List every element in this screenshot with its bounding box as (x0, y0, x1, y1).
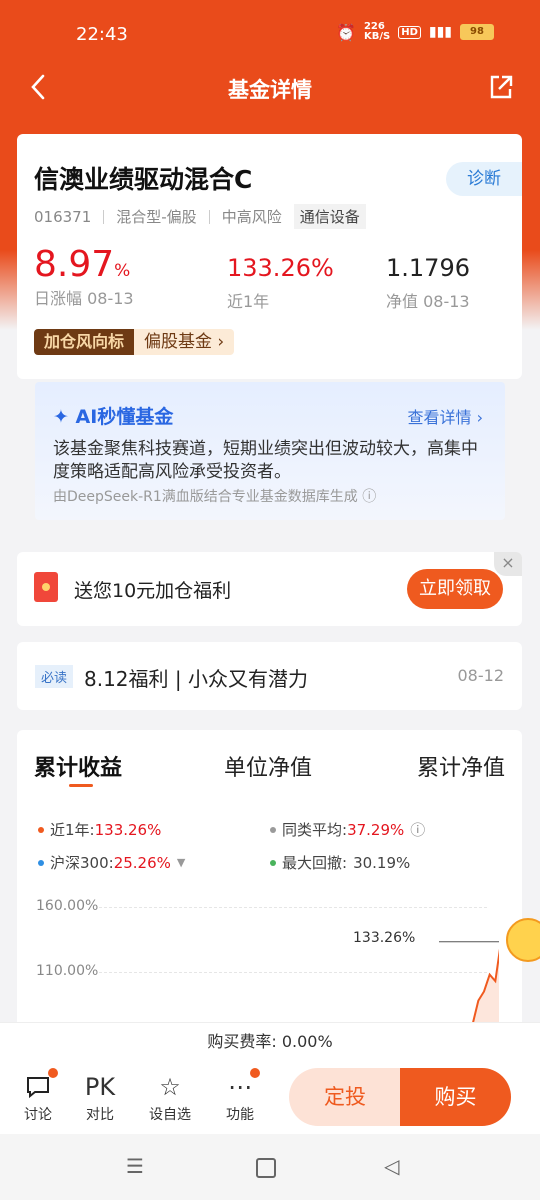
fund-name: 信澳业绩驱动混合C (34, 165, 253, 194)
nav-value: 1.1796 (386, 254, 470, 282)
hd-icon: HD (398, 25, 421, 39)
sip-button[interactable]: 定投 (289, 1068, 401, 1126)
gift-text: 送您10元加仓福利 (74, 580, 232, 602)
chart-plot[interactable] (99, 890, 499, 1030)
menu-icon[interactable]: ☰ (126, 1154, 144, 1178)
daily-change-label: 日涨幅 08-13 (34, 289, 134, 308)
tab-cumulative-return[interactable]: 累计收益 (34, 750, 122, 782)
fund-meta: 016371 混合型-偏股 中高风险 通信设备 (34, 204, 366, 229)
home-icon[interactable] (256, 1158, 276, 1178)
nav-stat: 1.1796 净值 08-13 (386, 254, 470, 312)
network-speed: 226 KB/S (363, 21, 391, 42)
legend-max-drawdown: 最大回撤: 30.19% (270, 852, 410, 873)
info-icon[interactable]: ⓘ (362, 489, 376, 505)
tab-cumulative-nav[interactable]: 累计净值 (417, 750, 505, 782)
ai-more-link[interactable]: 查看详情 › (408, 404, 484, 428)
alarm-icon: ⏰ (336, 22, 356, 42)
must-read-tag: 必读 (35, 665, 74, 688)
ai-title: ✦ AI秒懂基金 (53, 406, 174, 428)
red-envelope-icon (34, 572, 58, 602)
legend-dot (38, 859, 44, 866)
diagnose-button[interactable]: 诊断 (446, 162, 522, 196)
legend-dot (38, 826, 44, 833)
legend-dot (270, 859, 276, 866)
divider (208, 209, 210, 224)
legend-dot (270, 826, 276, 833)
more-functions-button[interactable]: ⋯ 功能 (215, 1068, 265, 1124)
y-tick: 110.00% (36, 963, 99, 979)
fund-code: 016371 (34, 207, 92, 226)
daily-change-value: 8.97% (34, 244, 131, 285)
add-watchlist-button[interactable]: ☆ 设自选 (145, 1070, 195, 1124)
info-icon[interactable]: ⓘ (410, 819, 425, 840)
divider (103, 209, 105, 224)
legend-csi300[interactable]: 沪深300: 25.26% ▼ (38, 852, 185, 873)
notification-dot (48, 1068, 58, 1078)
legend-peer-average: 同类平均: 37.29% ⓘ (270, 819, 425, 840)
star-plus-icon: ☆ (159, 1073, 181, 1101)
legend-year: 近1年: 133.26% (38, 819, 161, 840)
ai-summary-panel: ✦ AI秒懂基金 查看详情 › 该基金聚焦科技赛道，短期业绩突出但波动较大，高集… (35, 382, 505, 520)
badge-indicator: 加仓风向标 (34, 329, 135, 355)
series-area (467, 955, 499, 1030)
year-return-stat: 133.26% 近1年 (227, 254, 334, 312)
share-icon[interactable] (486, 72, 516, 102)
status-icons: ⏰ 226 KB/S HD ▮▮▮ 98 (336, 22, 494, 42)
notification-dot (250, 1068, 260, 1078)
y-tick: 160.00% (36, 898, 99, 914)
dropdown-icon: ▼ (176, 856, 186, 869)
status-time: 22:43 (76, 24, 128, 45)
fund-summary-card: 信澳业绩驱动混合C 诊断 016371 混合型-偏股 中高风险 通信设备 8.9… (17, 134, 522, 379)
sparkle-icon: ✦ (53, 406, 69, 428)
fund-type: 混合型-偏股 (116, 208, 197, 226)
buy-button[interactable]: 购买 (400, 1068, 511, 1126)
tab-unit-nav[interactable]: 单位净值 (224, 750, 312, 782)
page-title: 基金详情 (228, 78, 312, 102)
chart-tooltip-value: 133.26% (353, 930, 416, 946)
bottom-action-bar: 讨论 PK 对比 ☆ 设自选 ⋯ 功能 定投 购买 (0, 1060, 540, 1134)
back-nav-icon[interactable]: ◁ (384, 1154, 399, 1178)
top-nav: 基金详情 (0, 68, 540, 108)
gift-banner: 送您10元加仓福利 立即领取 × (17, 552, 522, 626)
news-date: 08-12 (457, 666, 505, 685)
purchase-fee: 购买费率: 0.00% (0, 1022, 540, 1061)
pk-icon: PK (84, 1073, 116, 1101)
claim-button[interactable]: 立即领取 (407, 569, 503, 609)
battery-icon: 98 (460, 24, 494, 40)
signal-icon: ▮▮▮ (428, 24, 452, 40)
ai-source: 由DeepSeek-R1满血版结合专业基金数据库生成 ⓘ (53, 489, 377, 505)
nav-label: 净值 08-13 (386, 292, 470, 311)
active-tab-indicator (69, 784, 93, 787)
performance-chart-card: 累计收益 单位净值 累计净值 近1年: 133.26% 同类平均: 37.29% ⓘ … (17, 730, 522, 1030)
close-icon[interactable]: × (494, 552, 522, 576)
year-return-label: 近1年 (227, 292, 270, 311)
discuss-button[interactable]: 讨论 (13, 1068, 63, 1124)
news-card[interactable]: 必读 8.12福利 | 小众又有潜力 08-12 (17, 642, 522, 710)
year-return-value: 133.26% (227, 254, 334, 282)
compare-button[interactable]: PK 对比 (75, 1070, 125, 1124)
fund-badge[interactable]: 加仓风向标 偏股基金 › (34, 329, 235, 355)
ai-body: 该基金聚焦科技赛道，短期业绩突出但波动较大，高集中度策略适配高风险承受投资者。 (53, 439, 478, 482)
fund-risk: 中高风险 (221, 208, 282, 226)
sector-tag[interactable]: 通信设备 (293, 204, 366, 229)
badge-category: 偏股基金 › (134, 329, 235, 355)
news-headline: 8.12福利 | 小众又有潜力 (84, 667, 308, 691)
system-nav-bar: ☰ ◁ (0, 1134, 540, 1200)
status-bar: 22:43 ⏰ 226 KB/S HD ▮▮▮ 98 (0, 0, 540, 68)
daily-change-stat: 8.97% 日涨幅 08-13 (34, 244, 134, 309)
